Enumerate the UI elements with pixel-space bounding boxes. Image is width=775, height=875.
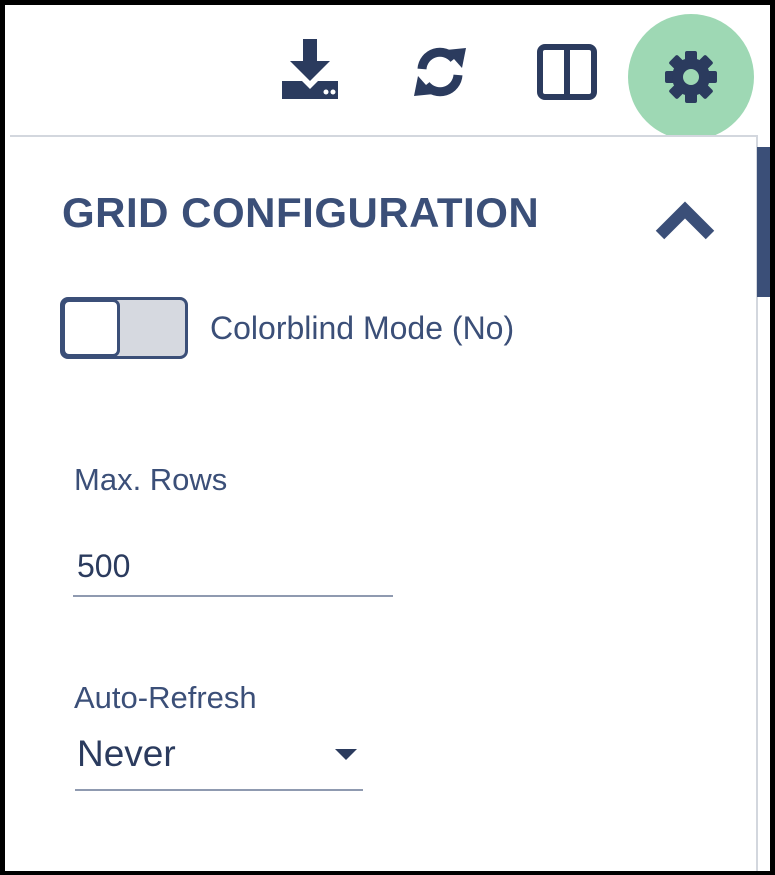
auto-refresh-label: Auto-Refresh	[74, 680, 257, 715]
section-title: GRID CONFIGURATION	[62, 189, 540, 236]
auto-refresh-value: Never	[77, 733, 176, 774]
colorblind-label: Colorblind Mode (No)	[210, 310, 515, 346]
collapse-button[interactable]	[650, 195, 720, 245]
grid-configuration-panel: GRID CONFIGURATION Colorblind Mode (No) …	[10, 135, 758, 871]
max-rows-label: Max. Rows	[74, 462, 228, 497]
refresh-icon	[414, 47, 466, 97]
toolbar	[5, 5, 770, 140]
toggle-knob	[62, 299, 120, 357]
chevron-up-icon	[655, 201, 715, 240]
scrollbar-thumb[interactable]	[757, 147, 770, 297]
download-button[interactable]	[275, 35, 345, 105]
max-rows-input[interactable]	[73, 537, 393, 597]
caret-down-icon	[335, 749, 357, 760]
download-icon	[282, 39, 338, 99]
split-view-icon	[537, 44, 597, 100]
split-view-button[interactable]	[532, 37, 602, 107]
gear-icon	[665, 51, 717, 103]
window-frame: GRID CONFIGURATION Colorblind Mode (No) …	[0, 0, 775, 875]
refresh-button[interactable]	[405, 37, 475, 107]
colorblind-toggle[interactable]	[60, 297, 188, 359]
auto-refresh-select[interactable]: Never	[75, 727, 363, 791]
settings-button[interactable]	[628, 14, 754, 140]
